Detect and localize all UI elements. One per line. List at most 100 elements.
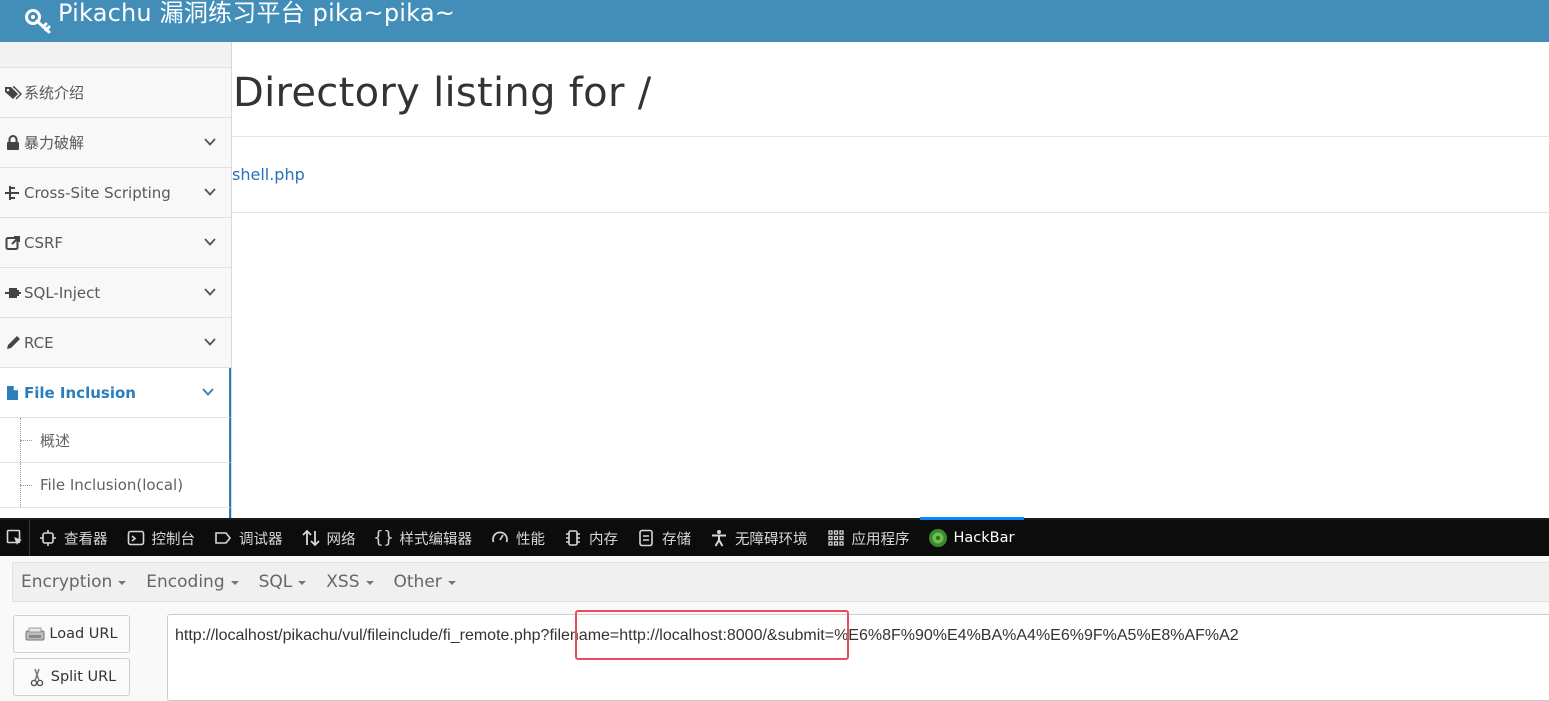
sidebar-item-label: 暴力破解 <box>24 134 85 152</box>
chevron-down-icon <box>204 188 216 196</box>
divider <box>232 212 1549 213</box>
devtools-tab-application[interactable]: 应用程序 <box>818 519 920 557</box>
page-title: Directory listing for / <box>233 70 652 116</box>
application-icon <box>826 528 846 548</box>
chevron-down-icon <box>204 138 216 146</box>
url-textarea[interactable]: http://localhost/pikachu/vul/fileinclude… <box>167 614 1549 701</box>
style-editor-icon: {} <box>373 528 394 548</box>
sidebar-item-sqli[interactable]: SQL-Inject <box>0 268 231 318</box>
caret-down-icon <box>230 581 239 585</box>
hackbar-menu: Encryption Encoding SQL XSS Other <box>12 562 1549 602</box>
scissors-icon <box>27 668 47 687</box>
sidebar-item-label: 系统介绍 <box>24 84 85 102</box>
file-icon <box>4 385 22 401</box>
chevron-down-icon <box>204 238 216 246</box>
app-title[interactable]: Pikachu 漏洞练习平台 pika~pika~ <box>58 1 455 25</box>
key-icon <box>25 9 51 34</box>
sidebar-item-csrf[interactable]: CSRF <box>0 218 231 268</box>
load-url-icon <box>25 625 45 643</box>
sidebar-subitem-overview[interactable]: 概述 <box>0 418 231 463</box>
devtools-tab-inspector[interactable]: 查看器 <box>30 519 118 557</box>
sidebar-item-label: Cross-Site Scripting <box>24 183 171 202</box>
lock-icon <box>4 134 22 151</box>
menu-label: Encryption <box>21 572 113 592</box>
caret-down-icon <box>118 581 127 585</box>
sidebar-subitem-more[interactable] <box>0 508 231 518</box>
load-url-button[interactable]: Load URL <box>13 615 130 653</box>
menu-label: Other <box>393 572 442 592</box>
devtools-toolbar: 查看器 控制台 调试器 网络 {} 样式编辑器 性能 内存 存储 无障碍环境 应… <box>0 517 1549 557</box>
devtools-tab-label: HackBar <box>953 530 1015 546</box>
inspector-icon <box>38 528 58 548</box>
devtools-tab-memory[interactable]: 内存 <box>555 519 628 557</box>
pencil-icon <box>4 335 22 351</box>
devtools-tab-label: 无障碍环境 <box>735 531 808 548</box>
sidebar-subitem-label: File Inclusion(local) <box>40 476 184 494</box>
devtools-tab-label: 内存 <box>589 531 618 548</box>
debugger-icon <box>213 528 233 548</box>
caret-down-icon <box>365 581 374 585</box>
sidebar-item-label: File Inclusion <box>24 383 136 402</box>
devtools-tab-storage[interactable]: 存储 <box>628 519 701 557</box>
devtools-tab-label: 控制台 <box>151 531 196 548</box>
sidebar-item-intro[interactable]: 系统介绍 <box>0 68 231 118</box>
devtools-tab-label: 网络 <box>326 531 356 548</box>
chevron-down-icon <box>202 388 214 396</box>
devtools-tab-style-editor[interactable]: {} 样式编辑器 <box>366 519 483 557</box>
network-icon <box>301 528 321 548</box>
caret-down-icon <box>298 581 307 585</box>
sidebar-item-bruteforce[interactable]: 暴力破解 <box>0 118 231 168</box>
performance-icon <box>490 528 510 548</box>
memory-icon <box>563 528 583 548</box>
devtools-tab-debugger[interactable]: 调试器 <box>205 519 293 557</box>
menu-encoding[interactable]: Encoding <box>146 572 250 592</box>
sidebar-item-file-inclusion[interactable]: File Inclusion <box>0 368 231 418</box>
devtools-tab-label: 调试器 <box>239 531 283 548</box>
tags-icon <box>4 85 22 101</box>
button-label: Load URL <box>49 626 118 642</box>
devtools-tab-network[interactable]: 网络 <box>293 519 366 557</box>
sidebar: 系统介绍 暴力破解 Cross-Site Scripting CSRF SQL-… <box>0 42 232 518</box>
divider <box>232 136 1549 137</box>
sidebar-spacer <box>0 42 231 68</box>
split-url-button[interactable]: Split URL <box>13 658 130 696</box>
menu-xss[interactable]: XSS <box>326 572 385 592</box>
sitemap-icon <box>4 185 22 201</box>
main-content: Directory listing for / shell.php <box>232 42 1549 518</box>
devtools-tab-hackbar[interactable]: HackBar <box>919 517 1025 557</box>
sidebar-item-rce[interactable]: RCE <box>0 318 231 368</box>
devtools-tab-console[interactable]: 控制台 <box>118 519 206 557</box>
sidebar-item-label: SQL-Inject <box>24 283 101 302</box>
devtools-tab-label: 查看器 <box>64 531 108 548</box>
sidebar-item-xss[interactable]: Cross-Site Scripting <box>0 168 231 218</box>
menu-label: Encoding <box>146 572 225 592</box>
element-picker-icon <box>6 529 22 545</box>
tree-line <box>20 463 21 507</box>
sidebar-subitem-local[interactable]: File Inclusion(local) <box>0 463 231 508</box>
tree-line <box>20 418 21 462</box>
menu-encryption[interactable]: Encryption <box>21 572 138 592</box>
button-label: Split URL <box>50 669 117 685</box>
menu-sql[interactable]: SQL <box>259 572 319 592</box>
console-icon <box>126 528 146 548</box>
chevron-down-icon <box>204 338 216 346</box>
devtools-tab-accessibility[interactable]: 无障碍环境 <box>701 519 818 557</box>
caret-down-icon <box>447 581 456 585</box>
app-header: Pikachu 漏洞练习平台 pika~pika~ <box>0 0 1549 42</box>
hackbar-icon <box>928 528 948 548</box>
devtools-tab-label: 样式编辑器 <box>399 531 473 548</box>
file-link-shell[interactable]: shell.php <box>232 165 305 184</box>
accessibility-icon <box>709 528 729 548</box>
hackbar-panel: Encryption Encoding SQL XSS Other Load U… <box>0 556 1549 701</box>
devtools-tab-performance[interactable]: 性能 <box>482 519 555 557</box>
menu-label: SQL <box>258 572 293 592</box>
share-icon <box>4 235 22 251</box>
url-text: http://localhost/pikachu/vul/fileinclude… <box>175 627 1239 644</box>
devtools-tab-label: 存储 <box>662 531 691 548</box>
plug-icon <box>4 285 22 301</box>
element-picker-button[interactable] <box>0 519 30 557</box>
sidebar-item-label: RCE <box>24 333 54 352</box>
storage-icon <box>636 528 656 548</box>
menu-other[interactable]: Other <box>394 572 468 592</box>
sidebar-subitem-label: 概述 <box>40 431 71 450</box>
